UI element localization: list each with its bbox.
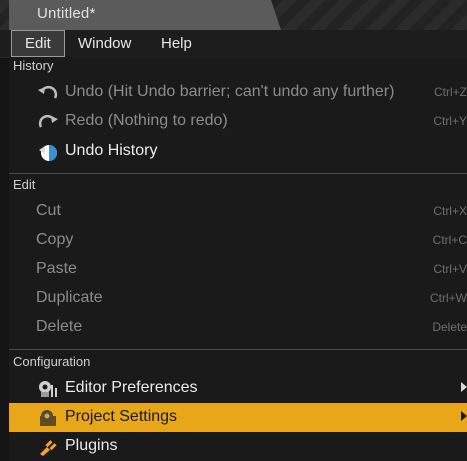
submenu-arrow-icon	[461, 411, 467, 421]
paste-label: Paste	[36, 260, 77, 277]
delete-label: Delete	[36, 318, 83, 335]
menu-bar: Edit Window Help	[0, 30, 467, 58]
cut-label: Cut	[36, 202, 61, 219]
undo-label: Undo (Hit Undo barrier; can't undo any f…	[65, 83, 395, 100]
undo-icon	[38, 85, 58, 99]
redo-icon	[38, 114, 58, 128]
tab-bar: Untitled*	[0, 0, 467, 30]
menu-item-delete[interactable]: Delete Delete	[9, 313, 467, 342]
menu-item-duplicate[interactable]: Duplicate Ctrl+W	[9, 284, 467, 313]
document-tab[interactable]: Untitled*	[9, 0, 281, 30]
project-settings-icon	[40, 410, 56, 426]
redo-label: Redo (Nothing to redo)	[65, 112, 228, 129]
project-settings-label: Project Settings	[65, 408, 178, 425]
section-header-history: History	[13, 58, 54, 73]
menu-item-undo[interactable]: Undo (Hit Undo barrier; can't undo any f…	[9, 78, 467, 107]
redo-shortcut: Ctrl+Y	[433, 114, 467, 128]
cut-shortcut: Ctrl+X	[433, 204, 467, 218]
menu-item-undo-history[interactable]: Undo History	[9, 137, 467, 166]
menu-item-editor-preferences[interactable]: Editor Preferences	[9, 374, 467, 403]
paste-shortcut: Ctrl+V	[433, 262, 467, 276]
menu-item-project-settings[interactable]: Project Settings	[9, 403, 467, 432]
menu-window[interactable]: Window	[78, 30, 131, 57]
editor-preferences-icon	[39, 381, 57, 397]
menu-item-copy[interactable]: Copy Ctrl+C	[9, 226, 467, 255]
tab-title: Untitled*	[37, 5, 96, 22]
menu-item-paste[interactable]: Paste Ctrl+V	[9, 255, 467, 284]
undo-history-icon	[39, 145, 57, 161]
section-header-edit: Edit	[13, 177, 36, 192]
divider-edit	[9, 349, 467, 350]
menu-item-redo[interactable]: Redo (Nothing to redo) Ctrl+Y	[9, 107, 467, 136]
copy-shortcut: Ctrl+C	[432, 233, 467, 247]
delete-shortcut: Delete	[432, 320, 467, 334]
menu-edit[interactable]: Edit	[11, 30, 65, 57]
editor-preferences-label: Editor Preferences	[65, 379, 198, 396]
menu-help[interactable]: Help	[161, 30, 192, 57]
duplicate-shortcut: Ctrl+W	[430, 291, 467, 305]
plugins-icon	[40, 440, 57, 456]
undo-history-label: Undo History	[65, 142, 158, 159]
menu-item-cut[interactable]: Cut Ctrl+X	[9, 197, 467, 226]
duplicate-label: Duplicate	[36, 289, 103, 306]
copy-label: Copy	[36, 231, 74, 248]
divider-history	[9, 173, 467, 174]
plugins-label: Plugins	[65, 437, 118, 454]
undo-shortcut: Ctrl+Z	[434, 85, 467, 99]
section-header-configuration: Configuration	[13, 354, 91, 369]
submenu-arrow-icon	[461, 382, 467, 392]
menu-item-plugins[interactable]: Plugins	[9, 432, 467, 461]
